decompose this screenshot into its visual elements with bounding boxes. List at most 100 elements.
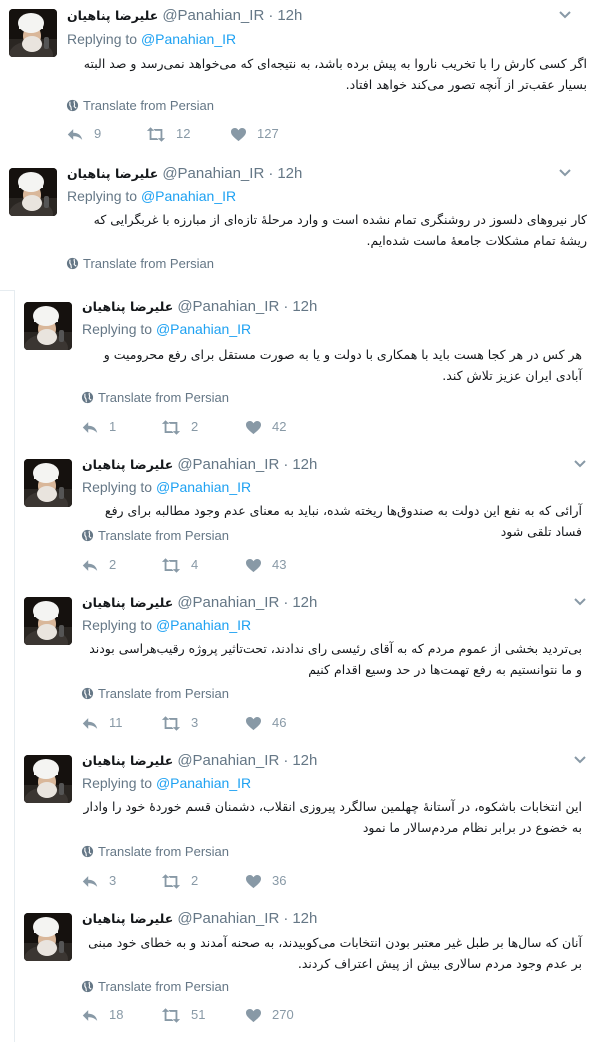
author-name[interactable]: علیرضا پناهیان (67, 166, 158, 181)
reply-button[interactable]: 3 (81, 873, 116, 889)
avatar[interactable] (9, 168, 57, 216)
retweet-button[interactable]: 51 (161, 1007, 205, 1023)
tweet-time[interactable]: 12h (292, 298, 317, 315)
like-count: 36 (272, 873, 287, 888)
reply-count: 18 (109, 1007, 124, 1022)
chevron-down-icon[interactable] (558, 8, 572, 22)
retweet-button[interactable]: 2 (161, 419, 198, 435)
author-name[interactable]: علیرضا پناهیان (67, 8, 158, 23)
author-name[interactable]: علیرضا پناهیان (82, 299, 173, 314)
tweet[interactable]: علیرضا پناهیان @Panahian_IR · 12h Replyi… (14, 447, 599, 586)
tweet-time[interactable]: 12h (292, 752, 317, 769)
retweet-count: 51 (191, 1007, 206, 1022)
replying-prefix: Replying to (67, 31, 138, 47)
retweet-button[interactable]: 12 (146, 126, 190, 142)
tweet-time[interactable]: 12h (292, 456, 317, 473)
author-name[interactable]: علیرضا پناهیان (82, 911, 173, 926)
reply-button[interactable]: 11 (81, 715, 123, 731)
tweet-actions: 18 51 270 (81, 1007, 381, 1027)
heart-icon (245, 716, 262, 731)
avatar[interactable] (24, 302, 72, 350)
like-button[interactable]: 127 (230, 126, 279, 142)
avatar[interactable] (24, 755, 72, 803)
replying-to-link[interactable]: @Panahian_IR (156, 775, 251, 791)
retweet-button[interactable]: 3 (161, 715, 198, 731)
author-name[interactable]: علیرضا پناهیان (82, 457, 173, 472)
author-handle[interactable]: @Panahian_IR (177, 752, 279, 769)
translate-link[interactable]: Translate from Persian (81, 686, 229, 701)
reply-icon (81, 420, 99, 435)
tweet-text: بی‌تردید بخشی از عموم مردم که به آقای رئ… (89, 641, 582, 677)
like-button[interactable]: 270 (245, 1007, 294, 1023)
tweet-time[interactable]: 12h (292, 594, 317, 611)
like-button[interactable]: 42 (245, 419, 286, 435)
author-handle[interactable]: @Panahian_IR (177, 298, 279, 315)
author-name[interactable]: علیرضا پناهیان (82, 753, 173, 768)
tweet[interactable]: علیرضا پناهیان @Panahian_IR · 12h Replyi… (14, 585, 599, 744)
avatar[interactable] (24, 459, 72, 507)
tweet[interactable]: علیرضا پناهیان @Panahian_IR · 12h Replyi… (0, 0, 599, 158)
chevron-down-icon[interactable] (558, 166, 572, 180)
retweet-icon (161, 874, 181, 889)
globe-icon (66, 257, 79, 270)
tweet[interactable]: علیرضا پناهیان @Panahian_IR · 12h Replyi… (14, 743, 599, 902)
author-handle[interactable]: @Panahian_IR (162, 7, 264, 24)
tweet[interactable]: علیرضا پناهیان @Panahian_IR · 12h آنان ک… (14, 901, 599, 1042)
reply-button[interactable]: 1 (81, 419, 116, 435)
translate-label: Translate from Persian (98, 686, 230, 701)
tweet[interactable]: علیرضا پناهیان @Panahian_IR · 12h Replyi… (14, 290, 599, 448)
like-button[interactable]: 43 (245, 557, 286, 573)
tweet-time[interactable]: 12h (277, 165, 302, 182)
tweet-text: آنان که سال‌ها بر طبل غیر معتبر بودن انت… (88, 935, 582, 971)
like-button[interactable]: 36 (245, 873, 286, 889)
author-handle[interactable]: @Panahian_IR (177, 910, 279, 927)
translate-link[interactable]: Translate from Persian (66, 256, 214, 271)
translate-link[interactable]: Translate from Persian (81, 844, 229, 859)
replying-to-link[interactable]: @Panahian_IR (141, 31, 236, 47)
tweet-time[interactable]: 12h (277, 7, 302, 24)
avatar[interactable] (24, 597, 72, 645)
reply-button[interactable]: 18 (81, 1007, 123, 1023)
tweet-header: علیرضا پناهیان @Panahian_IR · 12h (82, 456, 317, 476)
reply-icon (81, 1008, 99, 1023)
separator-dot: · (268, 7, 274, 24)
heart-icon (245, 1008, 262, 1023)
replying-to-link[interactable]: @Panahian_IR (141, 188, 236, 204)
translate-link[interactable]: Translate from Persian (81, 979, 229, 994)
reply-button[interactable]: 9 (66, 126, 101, 142)
retweet-button[interactable]: 2 (161, 873, 198, 889)
retweet-icon (146, 127, 166, 142)
chevron-down-icon[interactable] (573, 753, 587, 767)
retweet-button[interactable]: 4 (161, 557, 198, 573)
tweet[interactable]: علیرضا پناهیان @Panahian_IR · 12h Replyi… (0, 157, 599, 291)
avatar[interactable] (24, 913, 72, 961)
translate-link[interactable]: Translate from Persian (66, 98, 214, 113)
replying-to: Replying to @Panahian_IR (82, 479, 251, 495)
separator-dot: · (268, 165, 274, 182)
translate-link[interactable]: Translate from Persian (81, 390, 229, 405)
chevron-down-icon[interactable] (573, 457, 587, 471)
translate-link[interactable]: Translate from Persian (81, 528, 229, 543)
replying-to-link[interactable]: @Panahian_IR (156, 321, 251, 337)
replying-to: Replying to @Panahian_IR (67, 31, 236, 47)
like-count: 127 (257, 126, 279, 141)
heart-icon (230, 127, 247, 142)
replying-to-link[interactable]: @Panahian_IR (156, 479, 251, 495)
author-handle[interactable]: @Panahian_IR (177, 456, 279, 473)
author-name[interactable]: علیرضا پناهیان (82, 595, 173, 610)
avatar[interactable] (9, 9, 57, 57)
reply-button[interactable]: 2 (81, 557, 116, 573)
tweet-time[interactable]: 12h (292, 910, 317, 927)
like-count: 42 (272, 419, 287, 434)
separator-dot: · (283, 456, 289, 473)
replying-to-link[interactable]: @Panahian_IR (156, 617, 251, 633)
translate-label: Translate from Persian (83, 256, 215, 271)
author-handle[interactable]: @Panahian_IR (162, 165, 264, 182)
chevron-down-icon[interactable] (573, 595, 587, 609)
tweet-text: اگر کسی کارش را با تخریب ناروا به پیش بر… (83, 56, 587, 92)
author-handle[interactable]: @Panahian_IR (177, 594, 279, 611)
replying-prefix: Replying to (82, 321, 153, 337)
replying-prefix: Replying to (82, 775, 153, 791)
heart-icon (245, 874, 262, 889)
like-button[interactable]: 46 (245, 715, 286, 731)
